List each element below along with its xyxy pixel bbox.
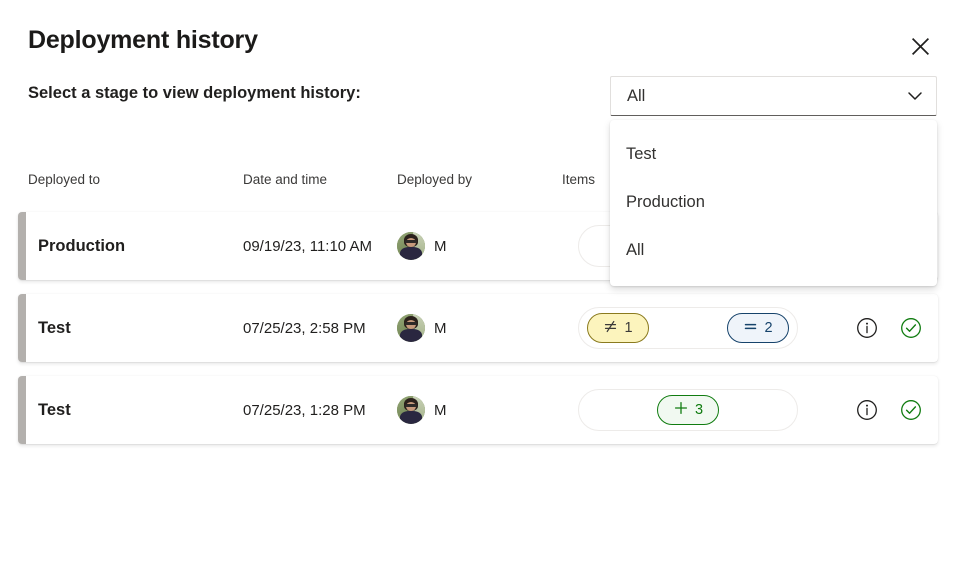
close-icon [911,37,930,56]
avatar [397,232,425,260]
not-equal-icon [603,319,618,338]
row-stage-accent [18,376,26,444]
row-datetime: 09/19/23, 11:10 AM [243,238,372,255]
close-button[interactable] [902,28,938,64]
stage-option-production[interactable]: Production [610,178,937,226]
column-header-deployed-by: Deployed by [397,172,472,187]
row-stage-accent [18,294,26,362]
row-items-container: 1 2 [578,307,798,349]
row-deployed-by: M [397,314,447,342]
chevron-down-icon [906,87,924,105]
table-row[interactable]: Test 07/25/23, 2:58 PM M 1 [18,294,938,362]
badge-count: 2 [764,320,772,336]
badge-new-items[interactable]: 3 [657,395,719,425]
success-check-icon[interactable] [900,399,922,421]
info-icon[interactable] [856,317,878,339]
column-header-date-and-time: Date and time [243,172,327,187]
avatar [397,396,425,424]
row-stage: Test [38,319,71,338]
row-stage: Production [38,237,125,256]
deployed-by-name: M [434,402,447,419]
badge-count: 1 [624,320,632,336]
row-stage-accent [18,212,26,280]
column-header-deployed-to: Deployed to [28,172,100,187]
stage-filter-options-list: Test Production All [610,120,937,286]
badge-count: 3 [695,402,703,418]
deployed-by-name: M [434,238,447,255]
row-datetime: 07/25/23, 2:58 PM [243,320,366,337]
success-check-icon[interactable] [900,317,922,339]
stage-option-all[interactable]: All [610,226,937,274]
row-datetime: 07/25/23, 1:28 PM [243,402,366,419]
stage-filter: All Test Production All [610,76,937,116]
stage-filter-combobox[interactable]: All [610,76,937,116]
deployed-by-name: M [434,320,447,337]
table-row[interactable]: Test 07/25/23, 1:28 PM M 3 [18,376,938,444]
row-deployed-by: M [397,396,447,424]
info-icon[interactable] [856,399,878,421]
equals-icon [743,319,758,338]
stage-filter-label: Select a stage to view deployment histor… [28,84,361,103]
row-items-container: 3 [578,389,798,431]
row-stage: Test [38,401,71,420]
avatar [397,314,425,342]
deployment-history-dialog: Deployment history Select a stage to vie… [0,0,960,561]
badge-same-items[interactable]: 2 [727,313,789,343]
row-deployed-by: M [397,232,447,260]
plus-icon [673,400,689,420]
stage-option-test[interactable]: Test [610,130,937,178]
column-header-items: Items [562,172,595,187]
page-title: Deployment history [28,26,258,55]
row-actions [856,317,922,339]
row-actions [856,399,922,421]
badge-changed-items[interactable]: 1 [587,313,649,343]
stage-filter-value: All [627,87,906,106]
